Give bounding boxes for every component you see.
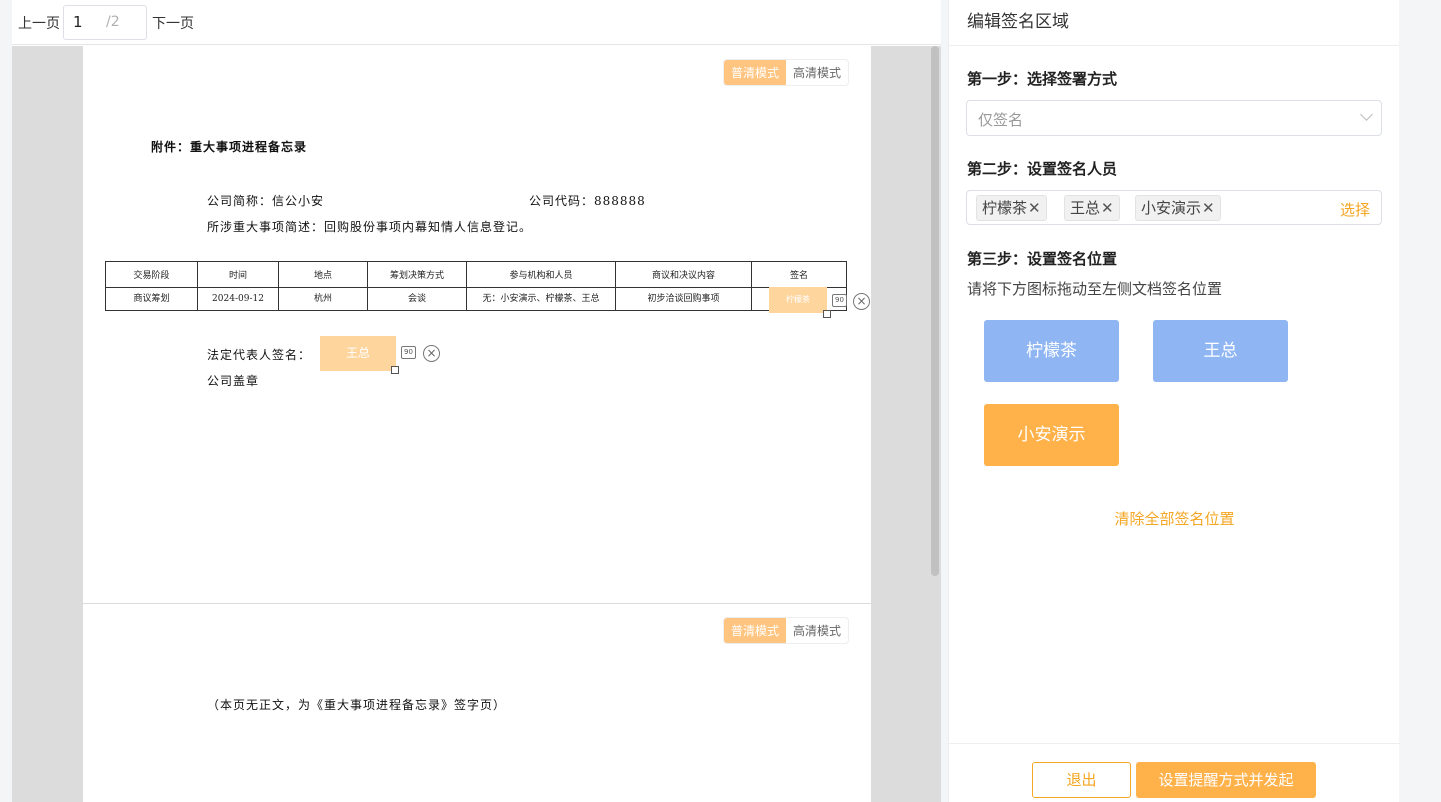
seal-label: 公司盖章 <box>207 374 260 388</box>
table-header: 地点 <box>278 261 368 288</box>
table-header: 参与机构和人员 <box>466 261 616 288</box>
resize-handle[interactable] <box>391 366 399 374</box>
hd-mode-button[interactable]: 高清模式 <box>786 60 848 85</box>
normal-mode-button[interactable]: 普清模式 <box>723 618 786 643</box>
signer-tag-label: 柠檬茶 <box>982 199 1028 217</box>
drag-signer-xiaoan[interactable]: 小安演示 <box>984 404 1119 466</box>
prev-page-button[interactable]: 上一页 <box>18 13 60 33</box>
table-cell: 杭州 <box>278 287 368 311</box>
viewer-scrollbar[interactable] <box>931 46 939 576</box>
table-header: 商议和决议内容 <box>615 261 752 288</box>
panel-footer: 退出 设置提醒方式并发起 <box>949 743 1400 802</box>
normal-mode-button[interactable]: 普清模式 <box>723 60 786 85</box>
chevron-down-icon <box>1360 108 1373 121</box>
table-header-row: 交易阶段 时间 地点 筹划决策方式 参与机构和人员 商议和决议内容 签名 <box>105 261 847 288</box>
close-icon[interactable]: × <box>853 293 870 310</box>
exit-button[interactable]: 退出 <box>1032 762 1131 798</box>
event-table: 交易阶段 时间 地点 筹划决策方式 参与机构和人员 商议和决议内容 签名 商议筹… <box>105 261 847 311</box>
close-icon[interactable]: ✕ <box>1202 199 1215 217</box>
current-page[interactable]: 1 <box>73 13 83 31</box>
company-short: 公司简称：信公小安 <box>207 194 325 208</box>
document-page-2: 普清模式 高清模式 （本页无正文，为《重大事项进程备忘录》签字页） <box>83 604 871 802</box>
close-icon[interactable]: ✕ <box>1028 199 1041 217</box>
table-header: 筹划决策方式 <box>367 261 467 288</box>
choose-signers-link[interactable]: 选择 <box>1340 199 1370 220</box>
signature-placeholder-table[interactable]: 柠檬茶 <box>769 287 827 313</box>
signature-panel: 编辑签名区域 第一步：选择签署方式 仅签名 第二步：设置签名人员 柠檬茶✕ 王总… <box>948 0 1400 802</box>
signer-tag-label: 王总 <box>1070 199 1101 217</box>
step3-label: 第三步：设置签名位置 <box>967 250 1118 268</box>
drag-signer-lemon-tea[interactable]: 柠檬茶 <box>984 320 1119 382</box>
company-code: 公司代码：888888 <box>529 194 646 208</box>
page2-note: （本页无正文，为《重大事项进程备忘录》签字页） <box>207 698 507 712</box>
table-header: 时间 <box>197 261 279 288</box>
document-viewer[interactable]: 普清模式 高清模式 附件：重大事项进程备忘录 公司简称：信公小安 公司代码：88… <box>12 46 941 802</box>
signer-tag: 王总✕ <box>1064 195 1120 221</box>
signer-tag-label: 小安演示 <box>1141 199 1202 217</box>
table-cell: 初步洽谈回购事项 <box>615 287 752 311</box>
close-icon[interactable]: ✕ <box>1101 199 1114 217</box>
table-row: 商议筹划 2024-09-12 杭州 会谈 无：小安演示、柠檬茶、王总 初步洽谈… <box>105 287 847 311</box>
table-header: 签名 <box>751 261 847 288</box>
signature-placeholder-legal[interactable]: 王总 <box>320 336 396 371</box>
resize-handle[interactable] <box>823 310 831 318</box>
table-cell: 商议筹划 <box>105 287 198 311</box>
table-header: 交易阶段 <box>105 261 198 288</box>
next-page-button[interactable]: 下一页 <box>152 13 194 33</box>
event-description: 所涉重大事项简述：回购股份事项内幕知情人信息登记。 <box>207 220 533 234</box>
document-page-1: 普清模式 高清模式 附件：重大事项进程备忘录 公司简称：信公小安 公司代码：88… <box>83 46 871 603</box>
total-pages: /2 <box>106 14 120 30</box>
submit-button[interactable]: 设置提醒方式并发起 <box>1136 762 1316 798</box>
page-number-input[interactable]: 1 /2 <box>63 5 147 40</box>
signer-tag: 柠檬茶✕ <box>976 195 1047 221</box>
step1-label: 第一步：选择签署方式 <box>967 70 1118 88</box>
drag-hint: 请将下方图标拖动至左侧文档签名位置 <box>967 280 1223 298</box>
rotate-icon[interactable]: 90 <box>832 294 847 307</box>
table-cell: 无：小安演示、柠檬茶、王总 <box>466 287 616 311</box>
panel-title: 编辑签名区域 <box>949 0 1399 46</box>
rotate-icon[interactable]: 90 <box>401 346 416 359</box>
signer-tag: 小安演示✕ <box>1135 195 1221 221</box>
view-mode-toggle: 普清模式 高清模式 <box>722 59 849 86</box>
close-icon[interactable]: × <box>423 345 440 362</box>
clear-all-positions-link[interactable]: 清除全部签名位置 <box>949 508 1400 529</box>
document-area: 上一页 1 /2 下一页 普清模式 高清模式 附件：重大事项进程备忘录 公司简称… <box>12 0 941 802</box>
pager: 上一页 1 /2 下一页 <box>12 0 941 45</box>
step2-label: 第二步：设置签名人员 <box>967 160 1118 178</box>
hd-mode-button[interactable]: 高清模式 <box>786 618 848 643</box>
view-mode-toggle: 普清模式 高清模式 <box>722 617 849 644</box>
sign-mode-select[interactable]: 仅签名 <box>966 100 1382 136</box>
doc-title: 附件：重大事项进程备忘录 <box>151 140 308 154</box>
right-margin <box>1400 0 1441 802</box>
table-cell: 会谈 <box>367 287 467 311</box>
table-cell: 2024-09-12 <box>197 287 279 311</box>
sign-mode-value: 仅签名 <box>978 111 1024 129</box>
signer-tags[interactable]: 柠檬茶✕ 王总✕ 小安演示✕ 选择 <box>966 190 1382 225</box>
drag-signer-wang[interactable]: 王总 <box>1153 320 1288 382</box>
legal-rep-label: 法定代表人签名： <box>207 348 312 362</box>
